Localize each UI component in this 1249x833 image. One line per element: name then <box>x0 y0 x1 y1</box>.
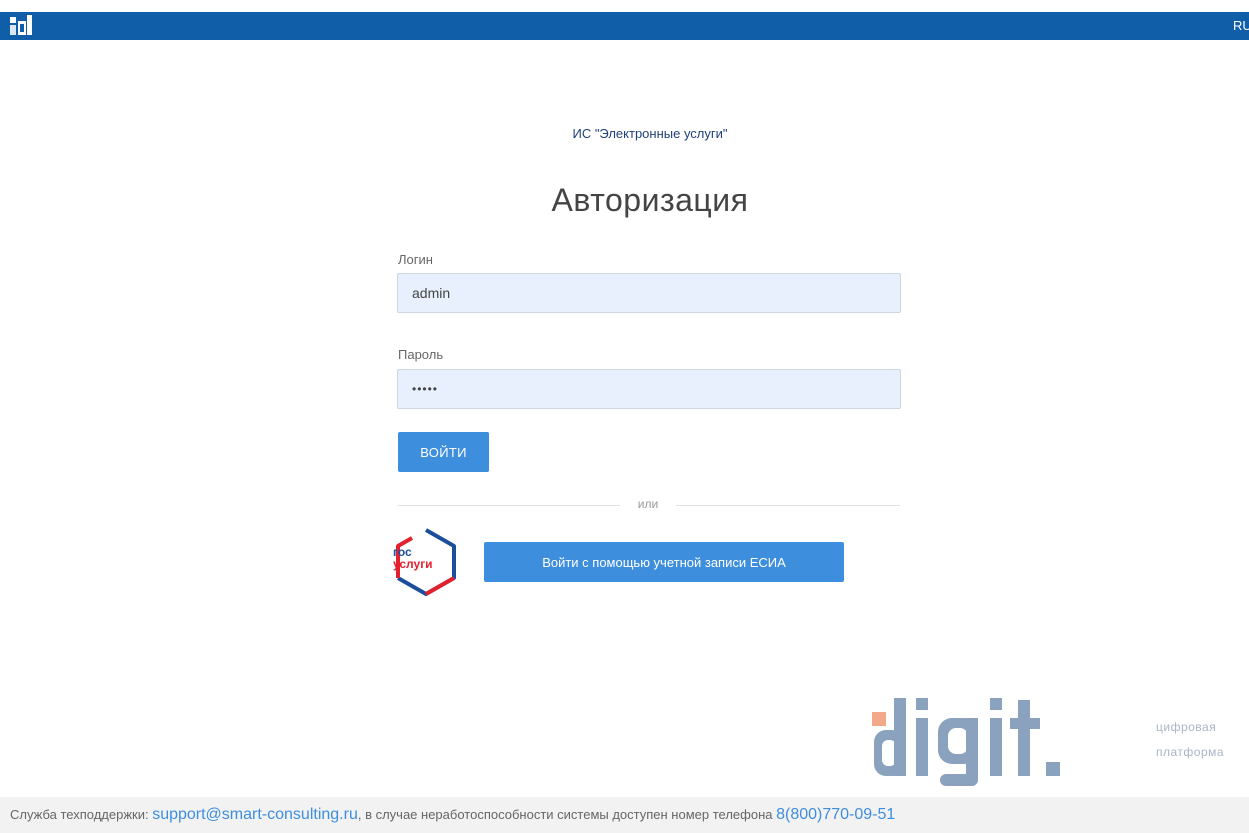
footer: Служба техподдержки: support@smart-consu… <box>0 797 1249 833</box>
digit-logo <box>868 690 1249 790</box>
support-prefix: Служба техподдержки: <box>10 807 153 822</box>
system-title: ИС "Электронные услуги" <box>572 126 728 141</box>
page-title: Авторизация <box>551 182 749 218</box>
password-input[interactable] <box>397 369 901 409</box>
esia-login-button[interactable]: Войти с помощью учетной записи ЕСИА <box>484 542 844 582</box>
gosuslugi-logo: гос услуги <box>388 524 464 600</box>
login-label: Логин <box>398 252 433 267</box>
login-input[interactable] <box>397 273 901 313</box>
top-bar: RU <box>0 12 1249 40</box>
divider-text: или <box>620 497 676 511</box>
language-switch[interactable]: RU <box>1233 18 1249 33</box>
login-page: RU ИС "Электронные услуги" Авторизация Л… <box>0 0 1249 833</box>
gosuslugi-logo-text-bottom: услуги <box>393 557 433 571</box>
support-phone-link[interactable]: 8(800)770-09-51 <box>776 806 895 823</box>
divider-right <box>676 505 900 506</box>
support-email-link[interactable]: support@smart-consulting.ru <box>152 806 358 823</box>
digit-caption-line2: платформа <box>1156 745 1225 759</box>
site-logo-icon[interactable] <box>10 15 34 37</box>
login-button[interactable]: ВОЙТИ <box>398 432 489 472</box>
digit-caption-line1: цифровая <box>1156 720 1217 734</box>
digit-logo-accent-dot <box>872 712 886 726</box>
support-middle: , в случае неработоспособности системы д… <box>357 807 777 822</box>
support-text: Служба техподдержки: support@smart-consu… <box>10 806 895 824</box>
password-label: Пароль <box>398 347 444 362</box>
divider-left <box>398 505 620 506</box>
